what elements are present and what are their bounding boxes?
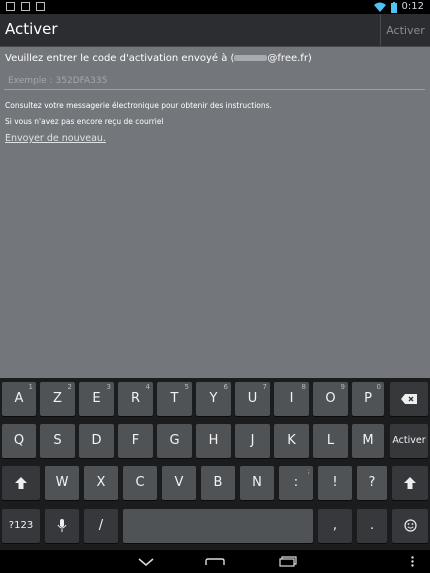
enter-activate-key[interactable]: Activer: [390, 424, 428, 458]
recent-apps-button[interactable]: [276, 550, 300, 573]
symbols-key[interactable]: ?123: [2, 509, 40, 543]
activate-button[interactable]: Activer: [380, 14, 430, 47]
help-text-not-received: Si vous n'avez pas encore reçu de courri…: [5, 117, 164, 126]
key-e[interactable]: E3: [79, 382, 114, 416]
key-hint: 2: [67, 383, 72, 391]
mail-notification-icon: [6, 2, 15, 11]
key-label: O: [325, 391, 336, 406]
home-icon: [205, 557, 225, 565]
key-hint: 9: [340, 383, 345, 391]
key-q[interactable]: Q: [2, 424, 36, 458]
redacted-email: [234, 55, 268, 61]
activation-prompt: Veuillez entrer le code d'activation env…: [5, 53, 312, 64]
overflow-menu-icon: [410, 556, 414, 567]
key-hint: 8: [301, 383, 306, 391]
key-colon[interactable]: :;: [279, 466, 313, 500]
keyboard: A1 Z2 E3 R4 T5 Y6 U7 I8 O9 P0 Q S D F G …: [0, 378, 430, 550]
key-period[interactable]: .: [357, 509, 387, 543]
key-label: E: [92, 391, 101, 406]
overflow-menu-button[interactable]: [404, 550, 420, 573]
prompt-suffix: @free.fr): [267, 53, 312, 64]
key-s[interactable]: S: [40, 424, 75, 458]
emoji-icon: [403, 519, 417, 532]
key-hint: 6: [223, 383, 228, 391]
clock: 0:12: [401, 1, 424, 12]
key-hint: 5: [184, 383, 189, 391]
key-hint: 1: [28, 383, 33, 391]
key-i[interactable]: I8: [274, 382, 309, 416]
key-label: P: [364, 391, 372, 406]
key-label: Z: [53, 391, 62, 406]
status-bar: 0:12: [0, 0, 430, 14]
key-u[interactable]: U7: [235, 382, 270, 416]
activation-form: Veuillez entrer le code d'activation env…: [0, 47, 430, 378]
key-question[interactable]: ?: [357, 466, 387, 500]
key-h[interactable]: H: [196, 424, 231, 458]
navigation-bar: [0, 550, 430, 573]
key-f[interactable]: F: [118, 424, 153, 458]
key-l[interactable]: L: [313, 424, 348, 458]
key-d[interactable]: D: [79, 424, 114, 458]
key-label: R: [130, 391, 141, 406]
shift-key-right[interactable]: [392, 466, 428, 500]
activation-code-input[interactable]: [4, 72, 425, 90]
key-hint: 4: [145, 383, 150, 391]
key-r[interactable]: R4: [118, 382, 153, 416]
key-a[interactable]: A1: [2, 382, 36, 416]
backspace-icon: [401, 393, 417, 404]
key-hint: 3: [106, 383, 111, 391]
key-slash[interactable]: /: [84, 509, 118, 543]
key-label: :: [293, 475, 299, 490]
key-w[interactable]: W: [45, 466, 79, 500]
home-button[interactable]: [203, 550, 227, 573]
key-exclamation[interactable]: !: [318, 466, 352, 500]
battery-icon: [390, 1, 397, 13]
image-notification-icon: [21, 2, 30, 11]
backspace-key[interactable]: [390, 382, 428, 416]
microphone-icon: [57, 518, 67, 532]
key-n[interactable]: N: [240, 466, 274, 500]
key-b[interactable]: B: [201, 466, 235, 500]
recent-apps-icon: [279, 556, 297, 567]
help-text: Consultez votre messagerie électronique …: [5, 101, 272, 110]
key-o[interactable]: O9: [313, 382, 348, 416]
key-t[interactable]: T5: [157, 382, 192, 416]
page-title: Activer: [5, 20, 58, 38]
key-z[interactable]: Z2: [40, 382, 75, 416]
action-bar: Activer Activer: [0, 14, 430, 47]
shift-icon: [404, 476, 416, 489]
key-x[interactable]: X: [84, 466, 118, 500]
wifi-icon: [373, 2, 386, 12]
emoji-key[interactable]: [392, 509, 428, 543]
key-m[interactable]: M: [352, 424, 384, 458]
system-indicators: 0:12: [373, 0, 424, 14]
key-c[interactable]: C: [123, 466, 157, 500]
key-label: U: [247, 391, 258, 406]
key-label: T: [170, 391, 179, 406]
key-hint: 7: [262, 383, 267, 391]
notification-icons: [6, 2, 45, 11]
key-label: I: [289, 391, 294, 406]
key-comma[interactable]: ,: [318, 509, 352, 543]
checklist-notification-icon: [36, 2, 45, 11]
key-v[interactable]: V: [162, 466, 196, 500]
key-p[interactable]: P0: [352, 382, 384, 416]
shift-key-left[interactable]: [2, 466, 40, 500]
key-hint: ;: [307, 467, 310, 475]
prompt-prefix: Veuillez entrer le code d'activation env…: [5, 53, 235, 64]
microphone-key[interactable]: [45, 509, 79, 543]
back-button[interactable]: [134, 550, 158, 573]
chevron-down-icon: [138, 557, 154, 566]
key-j[interactable]: J: [235, 424, 270, 458]
space-key[interactable]: [123, 509, 313, 543]
resend-link[interactable]: Envoyer de nouveau.: [5, 133, 106, 144]
key-y[interactable]: Y6: [196, 382, 231, 416]
shift-icon: [15, 476, 27, 489]
key-g[interactable]: G: [157, 424, 192, 458]
key-k[interactable]: K: [274, 424, 309, 458]
key-hint: 0: [376, 383, 381, 391]
key-label: A: [14, 391, 24, 406]
key-label: Y: [209, 391, 218, 406]
